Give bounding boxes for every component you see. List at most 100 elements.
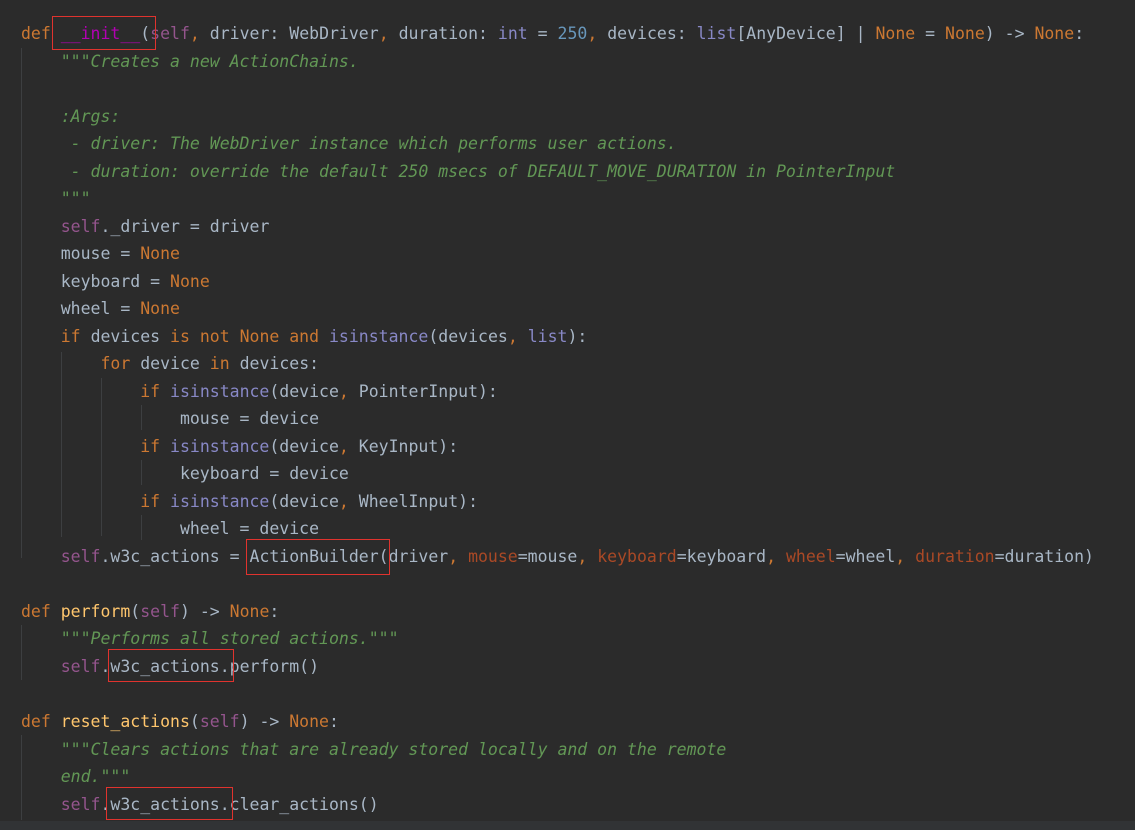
code-token: self	[60, 216, 101, 236]
code-token: list	[527, 326, 568, 346]
code-token: device	[140, 354, 210, 374]
code-token: None	[140, 299, 180, 319]
code-line[interactable]: - duration: override the default 250 mse…	[21, 158, 896, 185]
code-token: mouse	[468, 546, 518, 566]
code-token: None	[170, 271, 210, 291]
code-token: def	[21, 601, 61, 621]
code-token: (device	[269, 436, 339, 456]
code-token: :Args:	[60, 106, 121, 126]
code-line[interactable]: keyboard = None	[21, 268, 210, 295]
code-token: ) ->	[984, 24, 1035, 43]
code-token: ,	[378, 24, 399, 43]
code-editor[interactable]: def __init__(self, driver: WebDriver, du…	[0, 0, 1135, 830]
code-token: None	[1034, 24, 1075, 43]
code-token: self	[60, 656, 101, 676]
code-line[interactable]: self.w3c_actions.clear_actions()	[21, 791, 379, 818]
code-token: None	[229, 601, 270, 621]
code-line[interactable]: wheel = None	[21, 295, 180, 322]
code-line[interactable]: if devices is not None and isinstance(de…	[21, 323, 588, 350]
code-token: mouse = device	[21, 409, 320, 429]
code-token: =wheel	[835, 546, 896, 566]
code-line[interactable]: if isinstance(device, KeyInput):	[21, 433, 458, 460]
code-token: (	[189, 712, 200, 731]
code-line[interactable]: mouse = device	[21, 405, 319, 432]
code-token: 250	[557, 24, 588, 43]
code-token: devices	[90, 326, 171, 346]
code-token: self	[140, 601, 180, 621]
code-token: :	[329, 712, 339, 731]
code-token: ,	[338, 436, 359, 456]
code-line[interactable]: def reset_actions(self) -> None:	[21, 708, 339, 735]
code-token: isinstance	[170, 491, 270, 511]
code-token: end."""	[60, 767, 131, 787]
code-token: (	[130, 601, 141, 621]
code-line[interactable]: """Creates a new ActionChains.	[21, 48, 359, 75]
code-token: ) ->	[239, 712, 290, 731]
code-token: """Performs all stored actions."""	[60, 629, 399, 649]
code-token: driver: WebDriver	[209, 24, 379, 43]
code-token: isinstance	[170, 436, 270, 456]
code-token: =	[527, 24, 558, 43]
code-line[interactable]: self._driver = driver	[21, 213, 270, 240]
code-token: None	[289, 712, 329, 731]
code-token: ) ->	[179, 601, 230, 621]
code-token: perform	[60, 601, 131, 621]
code-token: devices:	[607, 24, 697, 43]
code-line[interactable]: for device in devices:	[21, 350, 319, 377]
code-token: self	[60, 794, 101, 814]
code-token: wheel =	[21, 299, 141, 319]
code-line[interactable]: :Args:	[21, 103, 121, 130]
code-line[interactable]: self.w3c_actions = ActionBuilder(driver,…	[21, 543, 1094, 570]
code-token: self	[150, 24, 190, 43]
code-line[interactable]: if isinstance(device, WheelInput):	[21, 488, 478, 515]
code-token: - driver: The WebDriver instance which p…	[60, 134, 677, 154]
code-token: - duration: override the default 250 mse…	[60, 161, 896, 181]
code-token: :	[269, 601, 280, 621]
code-line[interactable]: """Performs all stored actions."""	[21, 625, 399, 652]
code-token: ._driver = driver	[100, 216, 270, 236]
code-line[interactable]: if isinstance(device, PointerInput):	[21, 378, 498, 405]
code-token: =duration)	[994, 546, 1094, 566]
code-token: self	[199, 712, 240, 731]
code-token: def	[21, 24, 61, 43]
code-line[interactable]: mouse = None	[21, 240, 180, 267]
code-token: .w3c_actions.clear_actions()	[100, 794, 379, 814]
code-token: =	[915, 24, 946, 43]
code-token: keyboard =	[21, 271, 171, 291]
code-line[interactable]: """Clears actions that are already store…	[21, 736, 727, 763]
code-line[interactable]: wheel = device	[21, 515, 319, 542]
code-token: wheel = device	[21, 519, 320, 539]
code-token: WheelInput):	[358, 491, 479, 511]
horizontal-scrollbar[interactable]	[0, 821, 1135, 830]
code-token: __init__	[60, 24, 141, 43]
code-line[interactable]: keyboard = device	[21, 460, 349, 487]
code-line[interactable]: def perform(self) -> None:	[21, 598, 279, 625]
code-token: for	[100, 354, 141, 374]
code-token: if	[140, 491, 171, 511]
code-line[interactable]: """	[21, 185, 91, 212]
code-line[interactable]: end."""	[21, 763, 131, 790]
code-token: self	[60, 546, 101, 566]
code-line[interactable]: - driver: The WebDriver instance which p…	[21, 130, 677, 157]
code-token: ,	[507, 326, 528, 346]
code-line[interactable]: def __init__(self, driver: WebDriver, du…	[21, 20, 1084, 47]
code-token: keyboard = device	[21, 464, 349, 484]
code-token: reset_actions	[60, 712, 190, 731]
code-token: if	[60, 326, 91, 346]
code-token: ,	[895, 546, 916, 566]
code-token: duration:	[398, 24, 498, 43]
code-token: """Creates a new ActionChains.	[60, 51, 359, 71]
code-token: (	[140, 24, 151, 43]
code-token: =keyboard	[676, 546, 767, 566]
code-line[interactable]: self.w3c_actions.perform()	[21, 653, 319, 680]
